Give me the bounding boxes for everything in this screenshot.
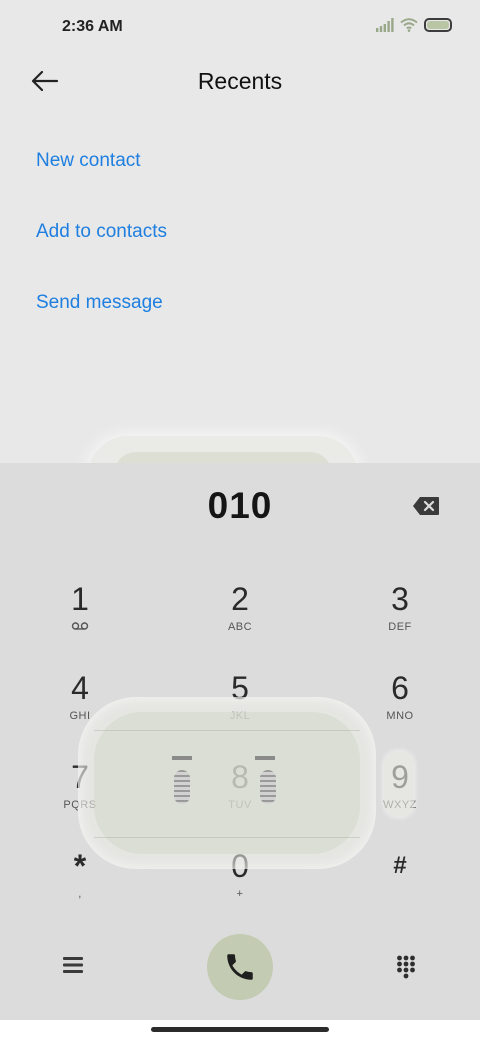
backspace-icon [413, 497, 439, 515]
key-7[interactable]: 7 PQRS [25, 751, 135, 831]
action-list: New contact Add to contacts Send message [36, 144, 167, 357]
key-3[interactable]: 3 DEF [345, 573, 455, 653]
dialpad-toggle-button[interactable] [396, 955, 418, 979]
add-to-contacts-link[interactable]: Add to contacts [36, 215, 167, 286]
key-digit: 0 [231, 848, 249, 884]
key-digit: # [393, 852, 407, 879]
key-digit: 2 [231, 581, 249, 617]
key-digit: 8 [231, 759, 249, 795]
new-contact-link[interactable]: New contact [36, 144, 167, 215]
status-icons [376, 18, 452, 32]
phone-icon [227, 954, 253, 980]
key-1[interactable]: 1 [25, 573, 135, 653]
home-indicator[interactable] [151, 1027, 329, 1032]
key-digit: 9 [391, 759, 409, 795]
key-digit: 5 [231, 670, 249, 706]
key-8[interactable]: 8 TUV [185, 751, 295, 831]
key-digit: * [73, 848, 87, 884]
key-letters: TUV [228, 799, 252, 811]
key-letters: DEF [388, 621, 412, 633]
key-letters: + [236, 888, 244, 900]
key-digit: 1 [71, 581, 89, 617]
battery-level [427, 21, 449, 29]
dialpad-icon [397, 955, 415, 979]
dialed-number: 010 [207, 485, 273, 526]
key-9[interactable]: 9 WXYZ [345, 751, 455, 831]
key-star[interactable]: * , [25, 840, 135, 920]
key-0[interactable]: 0 + [185, 840, 295, 920]
status-time: 2:36 AM [62, 18, 123, 35]
menu-icon [63, 957, 83, 973]
key-digit: 4 [71, 670, 89, 706]
key-letters: WXYZ [383, 799, 417, 811]
battery-icon [424, 18, 452, 32]
key-letters: MNO [386, 710, 414, 722]
backspace-button[interactable] [412, 496, 440, 516]
key-letters: JKL [229, 710, 251, 722]
menu-button[interactable] [62, 955, 86, 977]
key-5[interactable]: 5 JKL [185, 662, 295, 742]
key-letters: PQRS [63, 799, 97, 811]
call-button[interactable] [207, 934, 273, 1000]
header: Recents [0, 56, 480, 108]
key-6[interactable]: 6 MNO [345, 662, 455, 742]
key-digit: 6 [391, 670, 409, 706]
voicemail-icon [25, 621, 135, 635]
signal-icon [376, 18, 394, 32]
wifi-icon [400, 18, 418, 32]
page-title: Recents [197, 68, 283, 94]
key-letters: ABC [227, 621, 253, 633]
key-letters: , [78, 888, 82, 900]
status-bar: 2:36 AM [0, 0, 480, 56]
navigation-bar [0, 1020, 480, 1040]
send-message-link[interactable]: Send message [36, 286, 167, 357]
key-letters: GHI [69, 710, 91, 722]
key-4[interactable]: 4 GHI [25, 662, 135, 742]
key-digit: 7 [71, 759, 89, 795]
key-2[interactable]: 2 ABC [185, 573, 295, 653]
key-hash[interactable]: # [345, 840, 455, 920]
key-letters [345, 888, 455, 902]
key-digit: 3 [391, 581, 409, 617]
